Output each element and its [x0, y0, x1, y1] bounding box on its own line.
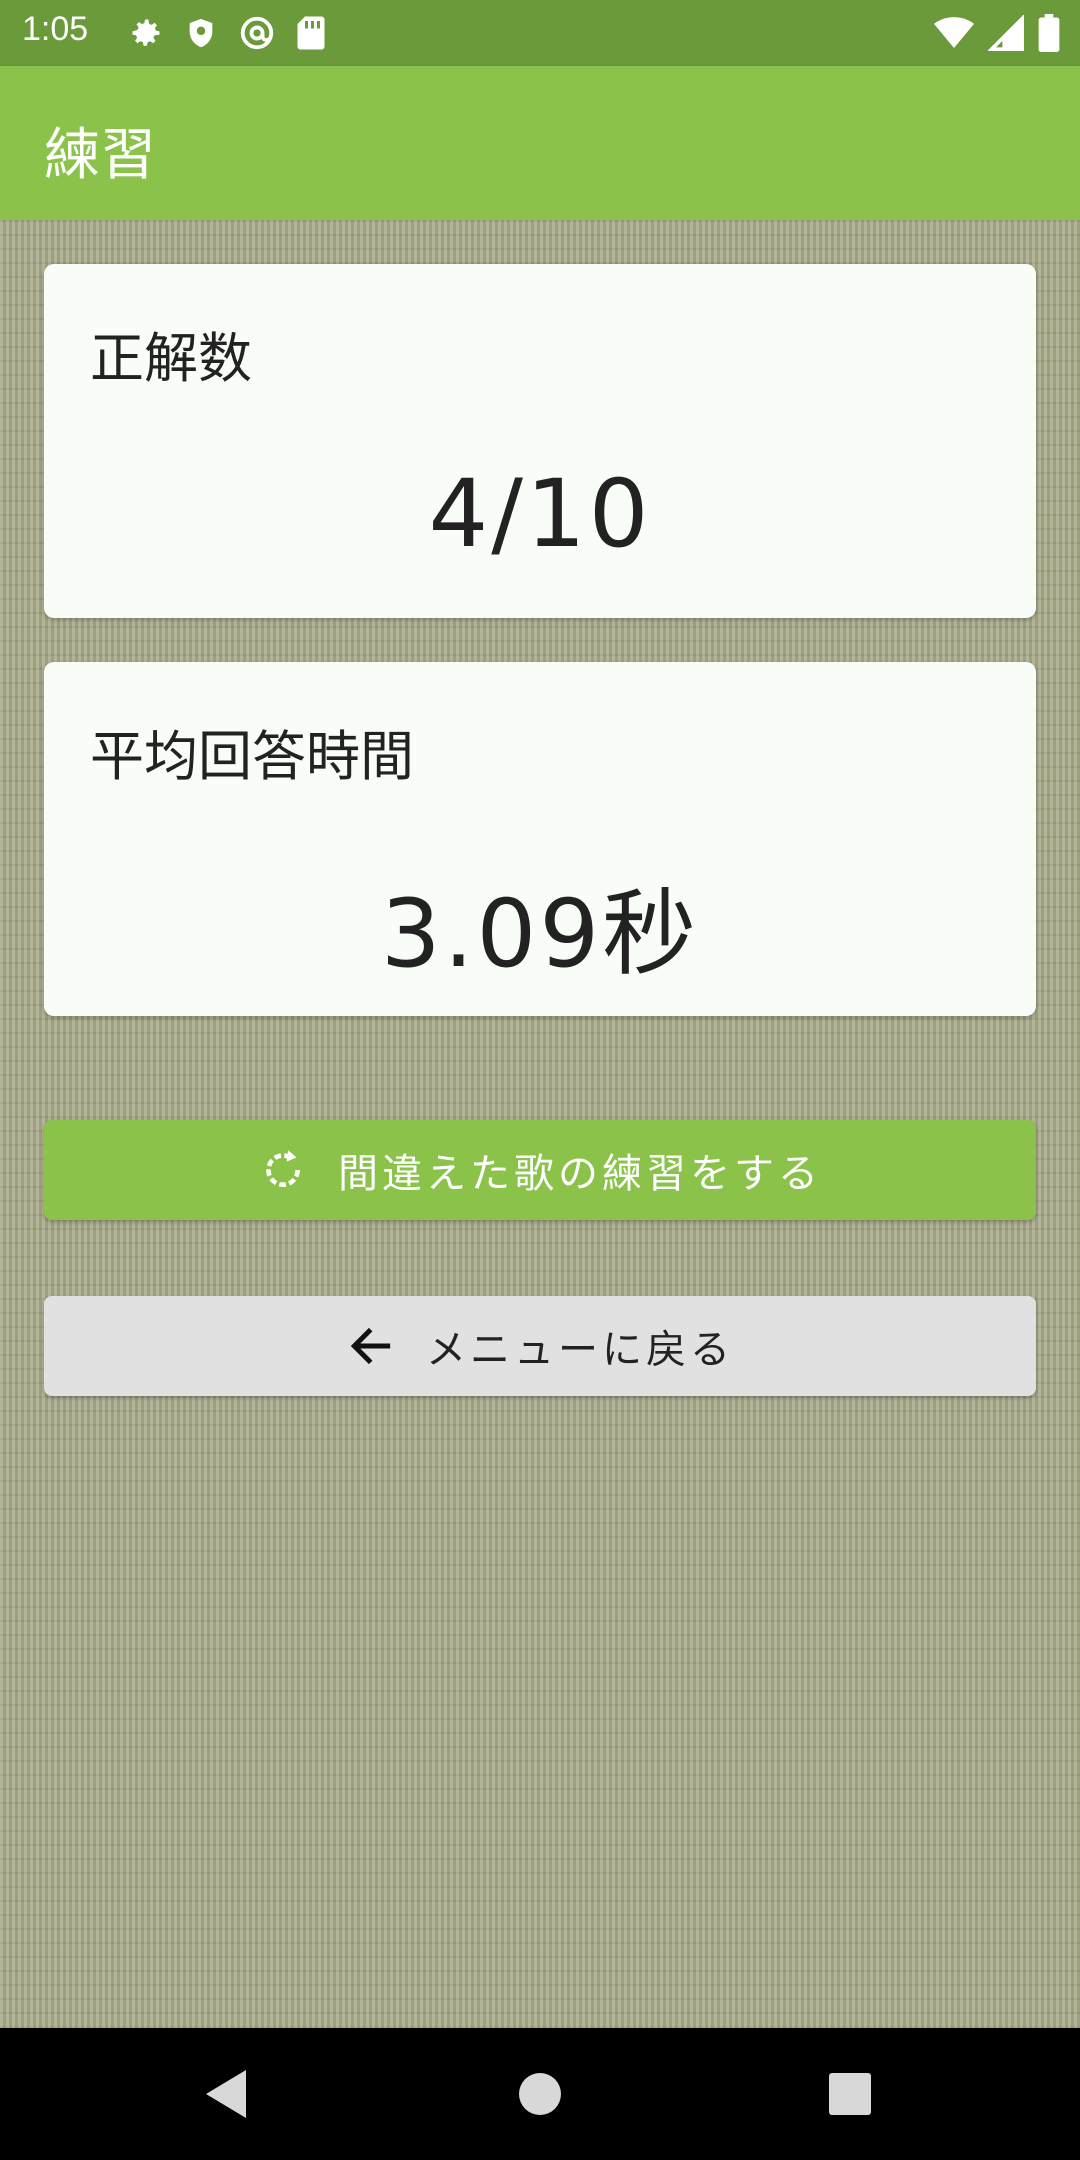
back-to-menu-button[interactable]: メニューに戻る: [44, 1296, 1036, 1396]
status-icons-right: [934, 14, 1060, 56]
status-bar: 1:05: [0, 0, 1080, 66]
app-title: 練習: [44, 123, 156, 188]
practice-mistakes-button[interactable]: 間違えた歌の練習をする: [44, 1120, 1036, 1220]
at-sign-icon: [238, 14, 276, 56]
app-bar: 練習: [0, 66, 1080, 220]
average-time-value: 3.09秒: [380, 880, 700, 989]
shield-icon: [184, 15, 218, 55]
home-icon[interactable]: [518, 2072, 562, 2120]
average-time-card: 平均回答時間 3.09秒: [44, 662, 1036, 1016]
average-time-label: 平均回答時間: [90, 725, 414, 788]
battery-icon: [1038, 14, 1060, 56]
arrow-left-icon: [346, 1321, 396, 1371]
correct-count-label: 正解数: [90, 327, 252, 390]
status-time: 1:05: [22, 10, 89, 48]
signal-icon: [987, 14, 1024, 55]
refresh-icon: [258, 1145, 308, 1195]
practice-mistakes-label: 間違えた歌の練習をする: [338, 1151, 822, 1197]
wifi-icon: [934, 15, 974, 55]
sd-card-icon: [296, 15, 326, 55]
gear-icon: [128, 15, 164, 55]
correct-count-card: 正解数 4/10: [44, 264, 1036, 618]
back-to-menu-label: メニューに戻る: [426, 1327, 734, 1373]
results-screen: 正解数 4/10 平均回答時間 3.09秒 間違えた歌の練習をする メニューに戻…: [0, 220, 1080, 2028]
recents-icon[interactable]: [828, 2072, 872, 2120]
correct-count-value: 4/10: [428, 460, 652, 569]
navigation-bar: [0, 2028, 1080, 2160]
status-icons-left: [128, 14, 326, 56]
back-icon[interactable]: [204, 2068, 250, 2124]
